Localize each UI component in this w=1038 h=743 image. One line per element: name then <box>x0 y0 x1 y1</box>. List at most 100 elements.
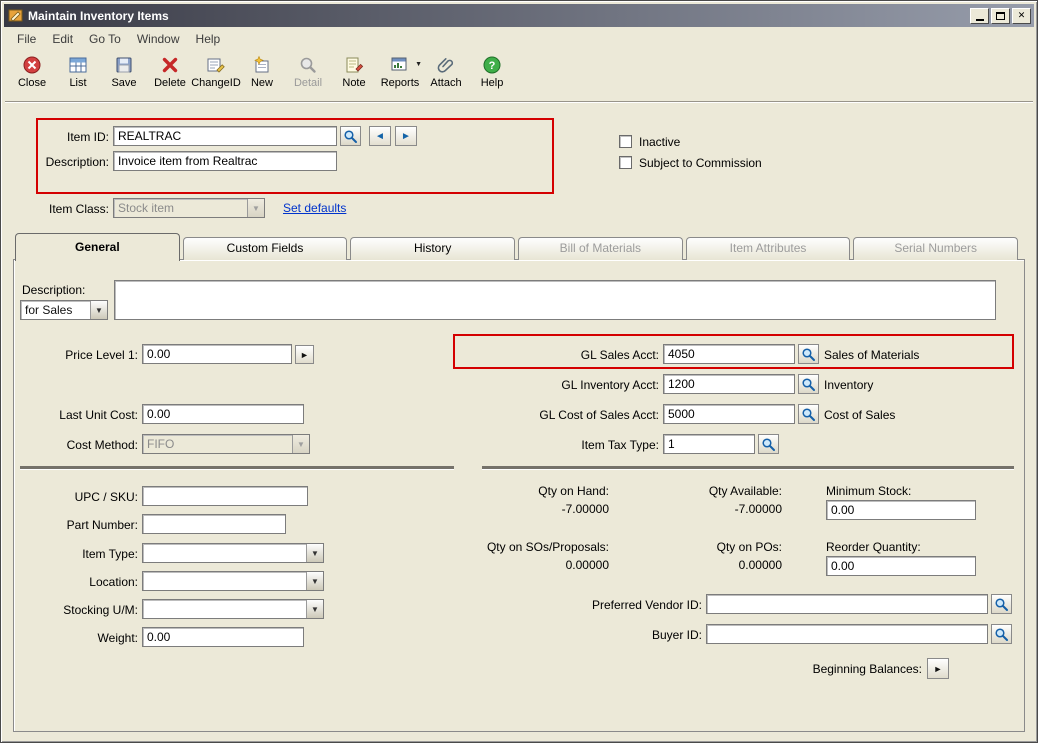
gl-sales-acct-name: Sales of Materials <box>824 348 920 362</box>
toolbar-reports-button[interactable]: ▼ Reports <box>377 51 423 99</box>
qty-available-label: Qty Available: <box>708 484 782 498</box>
window-close-button[interactable]: ✕ <box>1012 7 1031 24</box>
last-unit-cost-label: Last Unit Cost: <box>59 408 138 422</box>
item-type-label: Item Type: <box>82 547 138 561</box>
price-levels-expand-button[interactable]: ► <box>295 345 314 364</box>
menu-edit[interactable]: Edit <box>44 29 81 49</box>
item-id-lookup-button[interactable] <box>340 126 361 146</box>
toolbar-close-button[interactable]: Close <box>9 51 55 99</box>
gl-cost-of-sales-acct-lookup-button[interactable] <box>798 404 819 424</box>
gl-sales-acct-lookup-button[interactable] <box>798 344 819 364</box>
tab-general[interactable]: General <box>15 233 180 261</box>
minimum-stock-label: Minimum Stock: <box>826 484 912 498</box>
set-defaults-link[interactable]: Set defaults <box>283 201 346 215</box>
gl-sales-acct-input[interactable] <box>663 344 795 364</box>
tab-custom-fields[interactable]: Custom Fields <box>182 237 348 260</box>
part-number-input[interactable] <box>142 514 286 534</box>
item-class-combo: Stock item ▼ <box>113 198 265 218</box>
inactive-checkbox[interactable] <box>619 135 632 148</box>
weight-input[interactable] <box>142 627 304 647</box>
note-icon <box>344 54 364 76</box>
chevron-down-icon[interactable]: ▼ <box>90 301 107 319</box>
toolbar-save-button[interactable]: Save <box>101 51 147 99</box>
qty-on-pos-value: 0.00000 <box>738 558 782 572</box>
item-tax-type-input[interactable] <box>663 434 755 454</box>
gl-inventory-acct-lookup-button[interactable] <box>798 374 819 394</box>
gl-sales-acct-label: GL Sales Acct: <box>580 348 659 362</box>
preferred-vendor-id-input[interactable] <box>706 594 988 614</box>
item-class-label: Item Class: <box>48 202 109 216</box>
maximize-icon <box>996 11 1005 20</box>
next-record-button[interactable]: ► <box>395 126 417 146</box>
subject-to-commission-label: Subject to Commission <box>639 156 762 170</box>
beginning-balances-button[interactable]: ► <box>927 658 949 679</box>
toolbar-attach-button[interactable]: Attach <box>423 51 469 99</box>
toolbar-list-button[interactable]: List <box>55 51 101 99</box>
description-type-combo[interactable]: for Sales ▼ <box>20 300 108 320</box>
arrow-left-icon: ◄ <box>375 130 385 142</box>
minimum-stock-input[interactable] <box>826 500 976 520</box>
preferred-vendor-id-lookup-button[interactable] <box>991 594 1012 614</box>
menu-help[interactable]: Help <box>188 29 229 49</box>
window-title: Maintain Inventory Items <box>28 8 169 23</box>
menubar: File Edit Go To Window Help <box>5 28 1033 49</box>
qty-on-sos-label: Qty on SOs/Proposals: <box>486 540 609 554</box>
sales-description-textarea[interactable] <box>114 280 996 320</box>
toolbar-new-button[interactable]: New <box>239 51 285 99</box>
location-value <box>143 572 306 590</box>
menu-file[interactable]: File <box>9 29 44 49</box>
magnifier-icon <box>995 627 1008 641</box>
chevron-down-icon: ▼ <box>292 435 309 453</box>
cost-method-label: Cost Method: <box>66 438 138 452</box>
titlebar[interactable]: Maintain Inventory Items ✕ <box>4 4 1034 27</box>
close-x-icon: ✕ <box>1017 10 1026 20</box>
magnifier-icon <box>802 377 815 391</box>
toolbar: Close List Save Delete ChangeID New Deta… <box>5 49 1033 102</box>
svg-text:?: ? <box>489 60 496 72</box>
chevron-down-icon[interactable]: ▼ <box>306 572 323 590</box>
item-tax-type-label: Item Tax Type: <box>581 438 659 452</box>
subject-to-commission-checkbox[interactable] <box>619 156 632 169</box>
magnifier-icon <box>344 129 357 143</box>
item-id-input[interactable] <box>113 126 337 146</box>
reports-dropdown-icon[interactable]: ▼ <box>415 61 422 68</box>
location-label: Location: <box>89 575 138 589</box>
chevron-down-icon: ▼ <box>247 199 264 217</box>
toolbar-note-button[interactable]: Note <box>331 51 377 99</box>
toolbar-changeid-button[interactable]: ChangeID <box>191 51 241 99</box>
maintain-inventory-window: Maintain Inventory Items ✕ File Edit Go … <box>0 0 1038 743</box>
toolbar-help-button[interactable]: ? Help <box>469 51 515 99</box>
maximize-button[interactable] <box>991 7 1010 24</box>
tab-item-attributes: Item Attributes <box>685 237 851 260</box>
upc-sku-input[interactable] <box>142 486 308 506</box>
description-input[interactable] <box>113 151 337 171</box>
chevron-down-icon[interactable]: ▼ <box>306 544 323 562</box>
upc-sku-label: UPC / SKU: <box>74 490 138 504</box>
item-type-combo[interactable]: ▼ <box>142 543 324 563</box>
reorder-quantity-input[interactable] <box>826 556 976 576</box>
buyer-id-lookup-button[interactable] <box>991 624 1012 644</box>
item-id-label: Item ID: <box>66 130 109 144</box>
menu-window[interactable]: Window <box>129 29 188 49</box>
toolbar-delete-button[interactable]: Delete <box>147 51 193 99</box>
last-unit-cost-input[interactable] <box>142 404 304 424</box>
gl-inventory-acct-input[interactable] <box>663 374 795 394</box>
delete-icon <box>160 54 180 76</box>
location-combo[interactable]: ▼ <box>142 571 324 591</box>
app-icon <box>7 8 23 24</box>
help-icon: ? <box>482 54 502 76</box>
gl-cost-of-sales-acct-input[interactable] <box>663 404 795 424</box>
tab-history[interactable]: History <box>350 237 516 260</box>
previous-record-button[interactable]: ◄ <box>369 126 391 146</box>
price-level-1-input[interactable] <box>142 344 292 364</box>
minimize-button[interactable] <box>970 7 989 24</box>
stocking-um-combo[interactable]: ▼ <box>142 599 324 619</box>
beginning-balances-label: Beginning Balances: <box>812 662 922 676</box>
toolbar-detail-button: Detail <box>285 51 331 99</box>
item-tax-type-lookup-button[interactable] <box>758 434 779 454</box>
buyer-id-input[interactable] <box>706 624 988 644</box>
chevron-down-icon[interactable]: ▼ <box>306 600 323 618</box>
stocking-um-label: Stocking U/M: <box>63 603 138 617</box>
magnifier-icon <box>802 347 815 361</box>
menu-goto[interactable]: Go To <box>81 29 129 49</box>
